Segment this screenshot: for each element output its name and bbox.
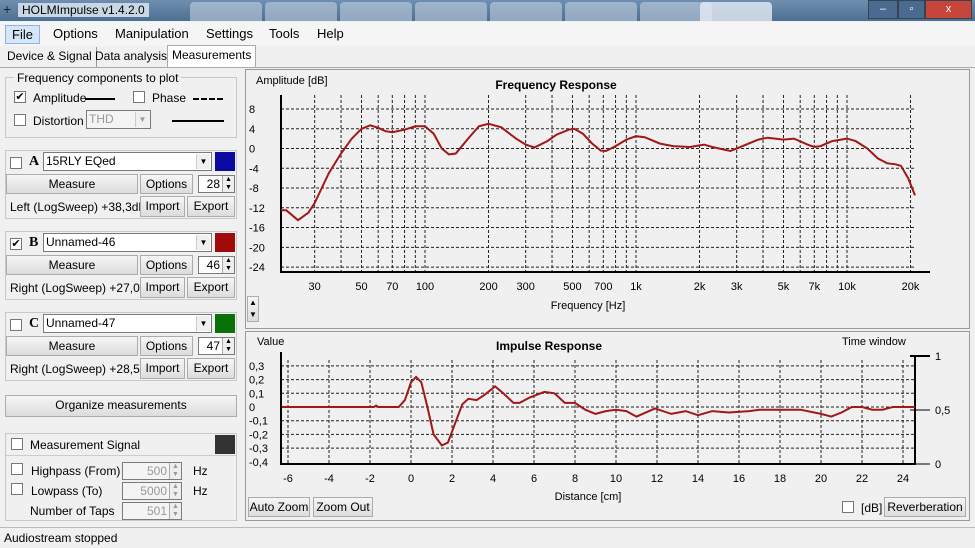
time-window-tick-label: 0,5 [935, 405, 950, 417]
chart-title: Frequency Response [495, 78, 617, 92]
x-tick-label: 10 [610, 473, 622, 485]
y-tick-label: -0,1 [249, 416, 268, 428]
x-tick-label: 2 [449, 473, 455, 485]
time-window-tick-label: 0 [935, 459, 941, 471]
x-tick-label: 6 [531, 473, 537, 485]
y-tick-label: -0,4 [249, 457, 268, 469]
reverberation-button[interactable]: Reverberation [884, 497, 966, 517]
y-axis-label: Amplitude [dB] [256, 75, 328, 87]
x-tick-label: 30 [309, 281, 321, 293]
x-axis-label: Distance [cm] [555, 491, 622, 503]
x-tick-label: 100 [416, 281, 434, 293]
x-tick-label: 20k [902, 281, 920, 293]
x-tick-label: 3k [731, 281, 743, 293]
y-tick-label: 0,3 [249, 361, 264, 373]
x-tick-label: 5k [778, 281, 790, 293]
time-window-tick-label: 1 [935, 351, 941, 363]
x-tick-label: -2 [365, 473, 375, 485]
x-tick-label: 500 [563, 281, 581, 293]
x-tick-label: 24 [897, 473, 909, 485]
db-checkbox[interactable] [842, 501, 854, 513]
y-tick-label: 0 [249, 402, 255, 414]
x-tick-label: 2k [694, 281, 706, 293]
x-tick-label: 8 [572, 473, 578, 485]
zoom-out-button[interactable]: Zoom Out [313, 497, 373, 517]
y-tick-label: -4 [249, 163, 259, 175]
x-tick-label: 0 [408, 473, 414, 485]
y-tick-label: -16 [249, 223, 265, 235]
x-tick-label: 200 [479, 281, 497, 293]
x-tick-label: 12 [651, 473, 663, 485]
y-tick-label: 0,1 [249, 388, 264, 400]
y-tick-label: -24 [249, 262, 265, 274]
x-tick-label: 10k [838, 281, 856, 293]
y-tick-label: 0,2 [249, 375, 264, 387]
y2-axis-label: Time window [842, 336, 906, 348]
x-tick-label: 1k [630, 281, 642, 293]
status-bar: Audiostream stopped [0, 527, 975, 548]
x-tick-label: 4 [490, 473, 496, 485]
y-tick-label: -0,2 [249, 429, 268, 441]
x-tick-label: 18 [774, 473, 786, 485]
y-tick-label: 8 [249, 104, 255, 116]
charts-svg: Amplitude [dB] Frequency Response 8 4 0 -4 -8 -… [249, 75, 950, 503]
auto-zoom-button[interactable]: Auto Zoom [248, 497, 310, 517]
x-tick-label: 50 [355, 281, 367, 293]
x-tick-label: 16 [733, 473, 745, 485]
x-tick-label: -6 [283, 473, 293, 485]
x-tick-label: 22 [856, 473, 868, 485]
db-label: [dB] [861, 501, 883, 515]
x-tick-label: 700 [594, 281, 612, 293]
series-line-B [281, 122, 916, 222]
y-tick-label: -20 [249, 242, 265, 254]
y-tick-label: -8 [249, 183, 259, 195]
y-axis-label: Value [257, 336, 284, 348]
x-tick-label: 14 [692, 473, 704, 485]
y-tick-label: 4 [249, 124, 255, 136]
y-tick-label: 0 [249, 144, 255, 156]
scroll-up-down-button[interactable]: ▲ ▼ [247, 296, 259, 322]
x-tick-label: 300 [516, 281, 534, 293]
chart-title: Impulse Response [496, 339, 602, 353]
x-tick-label: 70 [386, 281, 398, 293]
y-tick-label: -12 [249, 203, 265, 215]
y-tick-label: -0,3 [249, 443, 268, 455]
x-axis-label: Frequency [Hz] [551, 300, 626, 312]
x-tick-label: -4 [324, 473, 334, 485]
x-tick-label: 20 [815, 473, 827, 485]
series-line-B [281, 375, 916, 447]
status-text: Audiostream stopped [4, 531, 118, 545]
x-tick-label: 7k [809, 281, 821, 293]
